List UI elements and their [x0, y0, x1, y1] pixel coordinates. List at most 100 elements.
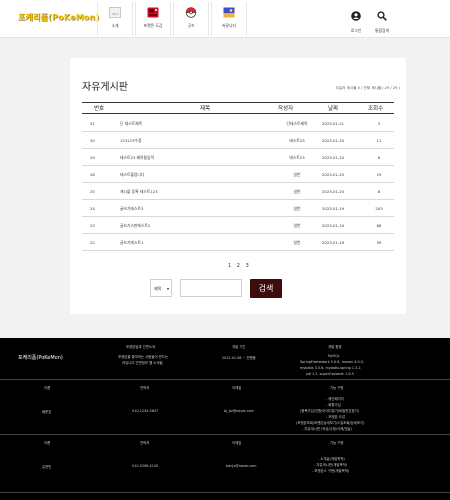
search-type-value: 제목 — [154, 286, 162, 291]
table-row[interactable]: 23 글쓰기스판테스트2 일반 2023-01-19 86 — [82, 218, 394, 234]
site-footer: 포케리폼(PoKeMon) 포켓몬팀과 간편소개 개발 기간 개발 환경 포켓몬… — [0, 338, 450, 500]
member-label-mail: 이메일 — [232, 441, 242, 445]
post-views: 8 — [377, 189, 381, 194]
pokeball-icon — [185, 7, 197, 18]
post-date: 2023-01-19 — [322, 206, 345, 211]
nav-item-label: 소개 — [111, 23, 119, 28]
member-label-name: 이름 — [44, 441, 51, 445]
community-icon — [223, 7, 235, 18]
table-row[interactable]: 22 글쓰기테스트1 일반 2023-01-19 59 — [82, 235, 394, 251]
search-all-label: 통합검색 — [375, 28, 389, 33]
col-header-date: 날짜 — [328, 106, 339, 112]
post-date: 2023-01-20 — [322, 189, 345, 194]
nav-item-label: 굿즈 — [187, 23, 195, 28]
member-mail[interactable]: banjy@naver.com — [226, 464, 256, 468]
member-name: 배준호 — [42, 410, 52, 414]
footer-env-line: MySQL — [328, 354, 340, 358]
page-link[interactable]: 2 — [237, 263, 240, 269]
post-no: 22 — [90, 240, 95, 245]
post-date: 2023-01-21 — [322, 121, 345, 126]
post-title-link[interactable]: 테스트23 제목들입력 — [120, 155, 154, 161]
table-row[interactable]: 29 테스트23 제목들입력 테스트23 2023-01-20 6 — [82, 150, 394, 166]
col-header-author: 작성자 — [278, 106, 294, 112]
footer-intro-line: 커뮤니티 간편정보 웹 소개될 — [122, 361, 163, 365]
post-author: 단테스트제목 — [286, 121, 308, 126]
post-title-link[interactable]: 123123수정 — [120, 138, 141, 144]
table-header: 번호 제목 작성자 날짜 조회수 — [82, 102, 394, 114]
search-all-button[interactable]: 통합검색 — [370, 6, 394, 34]
member-label-role: 기능 구현 — [330, 386, 344, 390]
post-no: 23 — [90, 223, 95, 228]
post-date: 2023-01-20 — [322, 138, 345, 143]
post-views: 3 — [377, 121, 381, 126]
post-title-link[interactable]: 단 테스트제목 — [120, 121, 142, 127]
footer-env-line: mybatis 3.5.6, mybatis-spring 1.3.2, — [300, 366, 362, 370]
footer-divider — [0, 434, 450, 435]
footer-divider — [0, 492, 450, 493]
site-logo[interactable]: 포케리폼(PoKeMon) — [18, 12, 99, 23]
post-title-link[interactable]: 테스트물업나다 — [120, 172, 144, 178]
member-role: - 포켓몬 도감 — [326, 415, 345, 419]
member-label-mail: 이메일 — [232, 386, 242, 390]
login-button[interactable]: 로그인 — [344, 6, 368, 34]
member-role: - 포켓몬스 구현(개발목적) — [312, 469, 350, 473]
search-icon — [377, 11, 387, 21]
footer-col-header: 개발 기간 — [232, 345, 246, 349]
member-phone: 010-1234-5647 — [132, 409, 159, 413]
member-mail[interactable]: bj_bz@naver.com — [224, 409, 254, 413]
footer-col-header: 포켓몬팀과 간편소개 — [126, 345, 156, 349]
post-no: 25 — [90, 189, 95, 194]
post-title-link[interactable]: 글쓰기테스트1 — [120, 240, 143, 246]
post-views: 6 — [377, 155, 381, 160]
member-label-phone: 연락처 — [140, 441, 150, 445]
footer-period: 2022.01.06 ~ 진행중 — [222, 356, 256, 360]
nav-item-intro[interactable]: 소개 — [97, 2, 133, 36]
nav-item-goods[interactable]: 굿즈 — [173, 2, 209, 36]
post-title-link[interactable]: 글쓰기스판테스트2 — [120, 223, 150, 229]
table-row[interactable]: 31 단 테스트제목 단테스트제목 2023-01-21 3 — [82, 116, 394, 132]
member-role: - 자유게시판(개발목적) — [314, 463, 348, 467]
nav-item-label: 포켓몬 도감 — [143, 23, 163, 28]
post-no: 26 — [90, 172, 95, 177]
post-count: 오늘의 게시물 0 / 전체 게시물 ( 29 / 29 ) — [335, 86, 400, 90]
table-row[interactable]: 26 테스트물업나다 일반 2023-01-20 19 — [82, 167, 394, 183]
member-label-role: 기능 구현 — [330, 441, 344, 445]
post-date: 2023-01-20 — [322, 172, 345, 177]
member-role: (포켓몬조회/포켓몬상세보기/스킬조회/상세보기) — [296, 421, 365, 425]
member-label-phone: 연락처 — [140, 386, 150, 390]
search-type-select[interactable]: 제목 ▾ — [150, 279, 172, 297]
table-row[interactable]: 25 게시물 등록 테스트123 일반 2023-01-20 8 — [82, 184, 394, 200]
nav-item-label: 커뮤니티 — [222, 23, 236, 28]
member-role: - 소개글(개발목적) — [318, 457, 345, 461]
nav-item-community[interactable]: 커뮤니티 — [211, 2, 247, 36]
table-row[interactable]: 24 글쓰기테스트3 일반 2023-01-19 203 — [82, 201, 394, 217]
post-views: 203 — [375, 206, 383, 211]
user-icon — [351, 11, 361, 21]
page-link[interactable]: 1 — [228, 263, 231, 269]
page-title: 자유게시판 — [82, 82, 128, 93]
post-author: 일반 — [293, 223, 301, 228]
post-views: 86 — [376, 223, 382, 228]
footer-intro-line: 포켓몬을 좋아하는 사람들이 만드는 — [118, 355, 169, 359]
pagination: 1 2 3 — [226, 263, 251, 269]
post-author: 일반 — [293, 240, 301, 245]
post-no: 24 — [90, 206, 95, 211]
post-title-link[interactable]: 글쓰기테스트3 — [120, 206, 143, 212]
member-name: 유찬민 — [42, 465, 52, 469]
nav-item-pokedex[interactable]: 포켓몬 도감 — [135, 2, 171, 36]
post-title-link[interactable]: 게시물 등록 테스트123 — [120, 189, 158, 195]
col-header-views: 조회수 — [368, 106, 384, 112]
post-no: 30 — [90, 138, 95, 143]
table-row[interactable]: 30 123123수정 테스트23 2023-01-20 11 — [82, 133, 394, 149]
search-button[interactable]: 검색 — [250, 279, 282, 298]
login-label: 로그인 — [350, 28, 362, 33]
member-role: - 메인페이지 — [326, 397, 344, 401]
top-navbar: 포케리폼(PoKeMon) 소개 포켓몬 도감 굿즈 커뮤니티 로그인 통합검색 — [0, 0, 450, 38]
search-input[interactable] — [180, 279, 242, 297]
member-label-name: 이름 — [44, 386, 51, 390]
member-role: (중복가입/인증/아이디찾기/비밀번호찾기) — [300, 409, 360, 413]
post-author: 일반 — [293, 172, 301, 177]
page-link[interactable]: 3 — [246, 263, 249, 269]
post-no: 31 — [90, 121, 95, 126]
post-date: 2023-01-19 — [322, 223, 345, 228]
